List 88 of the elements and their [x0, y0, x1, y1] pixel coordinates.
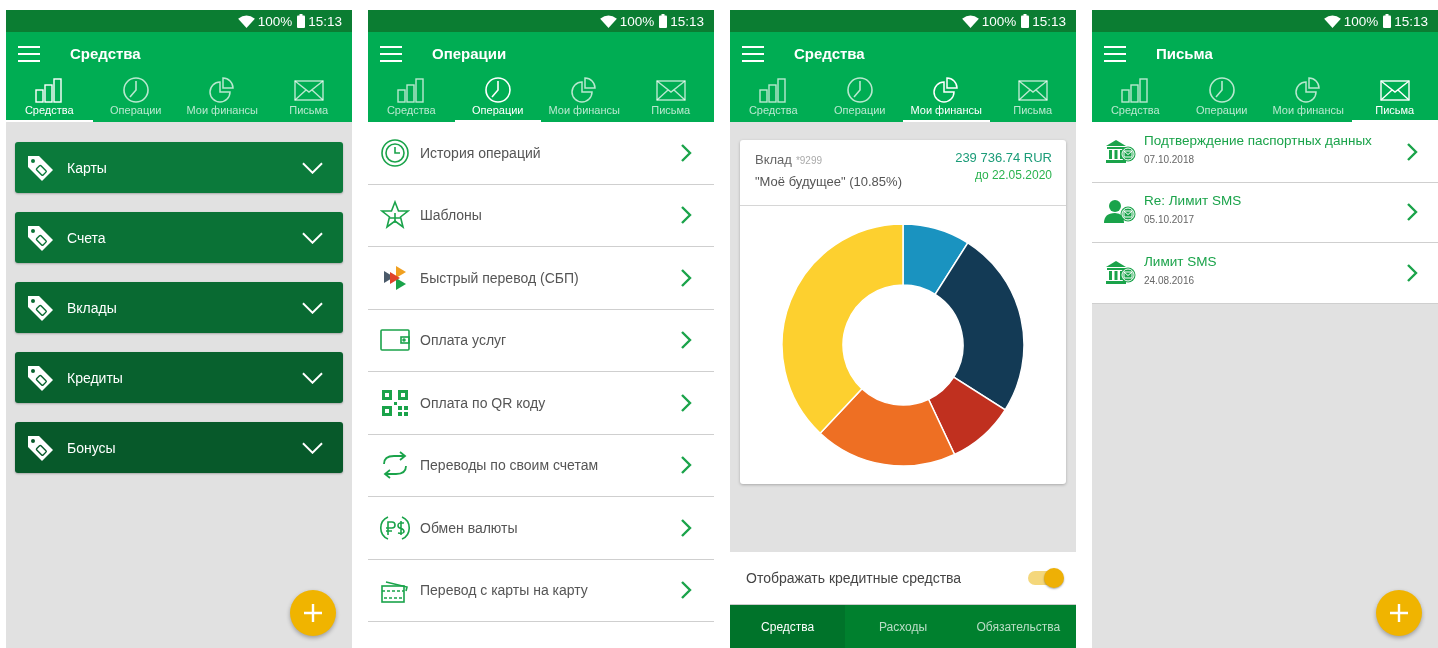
screen-title: Письма [1156, 45, 1213, 62]
tab[interactable]: Мои финансы [541, 75, 628, 122]
battery-percent: 100% [981, 13, 1017, 29]
chevron-right-icon [680, 580, 692, 601]
letter-item[interactable]: Re: Лимит SMS 05.10.2017 [1092, 182, 1438, 243]
chevron-right-icon [1406, 141, 1418, 162]
tab[interactable]: Мои финансы [1265, 75, 1352, 122]
account-number: *9299 [795, 155, 823, 166]
bank-mail-icon [1104, 259, 1136, 286]
chevron-right-icon [680, 392, 692, 413]
battery-icon [1383, 14, 1392, 28]
chevron-right-icon [1406, 262, 1418, 283]
accordion-item[interactable]: Бонусы [15, 422, 343, 473]
tab[interactable]: Средства [6, 75, 93, 122]
tab[interactable]: Обязательства [960, 605, 1076, 648]
letter-subject: Re: Лимит SMS [1144, 193, 1242, 209]
battery-icon [1021, 14, 1030, 28]
chevron-right-icon [680, 517, 692, 538]
qr-code-icon [380, 387, 410, 418]
add-button[interactable] [1376, 590, 1422, 636]
wifi-icon [961, 14, 979, 28]
wifi-icon [599, 14, 617, 28]
deposit-amount: 239 736.74 RUR [955, 150, 1052, 165]
envelope-icon [1016, 77, 1049, 103]
menu-button[interactable] [18, 45, 40, 62]
wifi-icon [1323, 14, 1341, 28]
envelope-icon [654, 77, 687, 103]
tab[interactable]: Письма [265, 75, 352, 122]
letter-subject: Лимит SMS [1144, 253, 1217, 269]
accordion-item[interactable]: Вклады [15, 282, 343, 333]
tab[interactable]: Мои финансы [903, 75, 990, 122]
accordion-item[interactable]: Кредиты [15, 352, 343, 403]
tab[interactable]: Средства [368, 75, 455, 122]
tab[interactable]: Мои финансы [179, 75, 266, 122]
accordion-item[interactable]: Счета [15, 212, 343, 263]
plus-icon [303, 603, 323, 623]
tab[interactable]: Средства [1092, 75, 1179, 122]
battery-percent: 100% [257, 13, 293, 29]
chevron-right-icon [680, 267, 692, 288]
letter-item[interactable]: Лимит SMS 24.08.2016 [1092, 243, 1438, 304]
screen-title: Операции [432, 45, 507, 62]
person-mail-icon [1104, 199, 1136, 226]
chevron-right-icon [680, 455, 692, 476]
menu-button[interactable] [380, 45, 402, 62]
letter-subject: Подтверждение паспортных данных [1144, 132, 1372, 148]
deposit-type: Вклад [755, 152, 792, 167]
clock-time: 15:13 [1394, 13, 1428, 29]
menu-button[interactable] [1104, 45, 1126, 62]
tab[interactable]: Операции [1178, 75, 1265, 122]
toggle-label: Отображать кредитные средства [746, 570, 962, 586]
wifi-icon [237, 14, 255, 28]
battery-icon [659, 14, 668, 28]
chevron-right-icon [680, 330, 692, 351]
chevron-right-icon [1406, 202, 1418, 223]
battery-percent: 100% [1343, 13, 1379, 29]
tab[interactable]: Письма [627, 75, 714, 122]
screen-title: Средства [794, 45, 865, 62]
tab[interactable]: Операции [92, 75, 179, 122]
plus-icon [1389, 603, 1409, 623]
tab[interactable]: Средства [730, 75, 817, 122]
clock-time: 15:13 [670, 13, 704, 29]
tab[interactable]: Письма [989, 75, 1076, 122]
chevron-right-icon [680, 142, 692, 163]
accordion-item[interactable]: Карты [15, 142, 343, 193]
toggle-switch[interactable] [1028, 571, 1062, 585]
letter-date: 05.10.2017 [1144, 214, 1195, 226]
envelope-icon [292, 77, 325, 103]
deposit-name: "Моё будущее" (10.85%) [755, 174, 902, 189]
clock-time: 15:13 [308, 13, 342, 29]
tab[interactable]: Расходы [845, 605, 961, 648]
tab[interactable]: Средства [730, 605, 846, 648]
star-plus-icon [380, 200, 410, 231]
chevron-right-icon [680, 205, 692, 226]
battery-icon [297, 14, 306, 28]
envelope-icon [1378, 77, 1411, 103]
clock-icon [380, 137, 410, 168]
letter-date: 07.10.2018 [1144, 153, 1195, 165]
screen-title: Средства [70, 45, 141, 62]
arrows-icon [380, 450, 410, 481]
tab[interactable]: Операции [816, 75, 903, 122]
letter-item[interactable]: Подтверждение паспортных данных 07.10.2018 [1092, 122, 1438, 183]
bank-mail-icon [1104, 138, 1136, 165]
clock-time: 15:13 [1032, 13, 1066, 29]
battery-percent: 100% [619, 13, 655, 29]
letter-date: 24.08.2016 [1144, 274, 1195, 286]
add-button[interactable] [290, 590, 336, 636]
deposit-end-date: до 22.05.2020 [974, 168, 1052, 182]
menu-button[interactable] [742, 45, 764, 62]
